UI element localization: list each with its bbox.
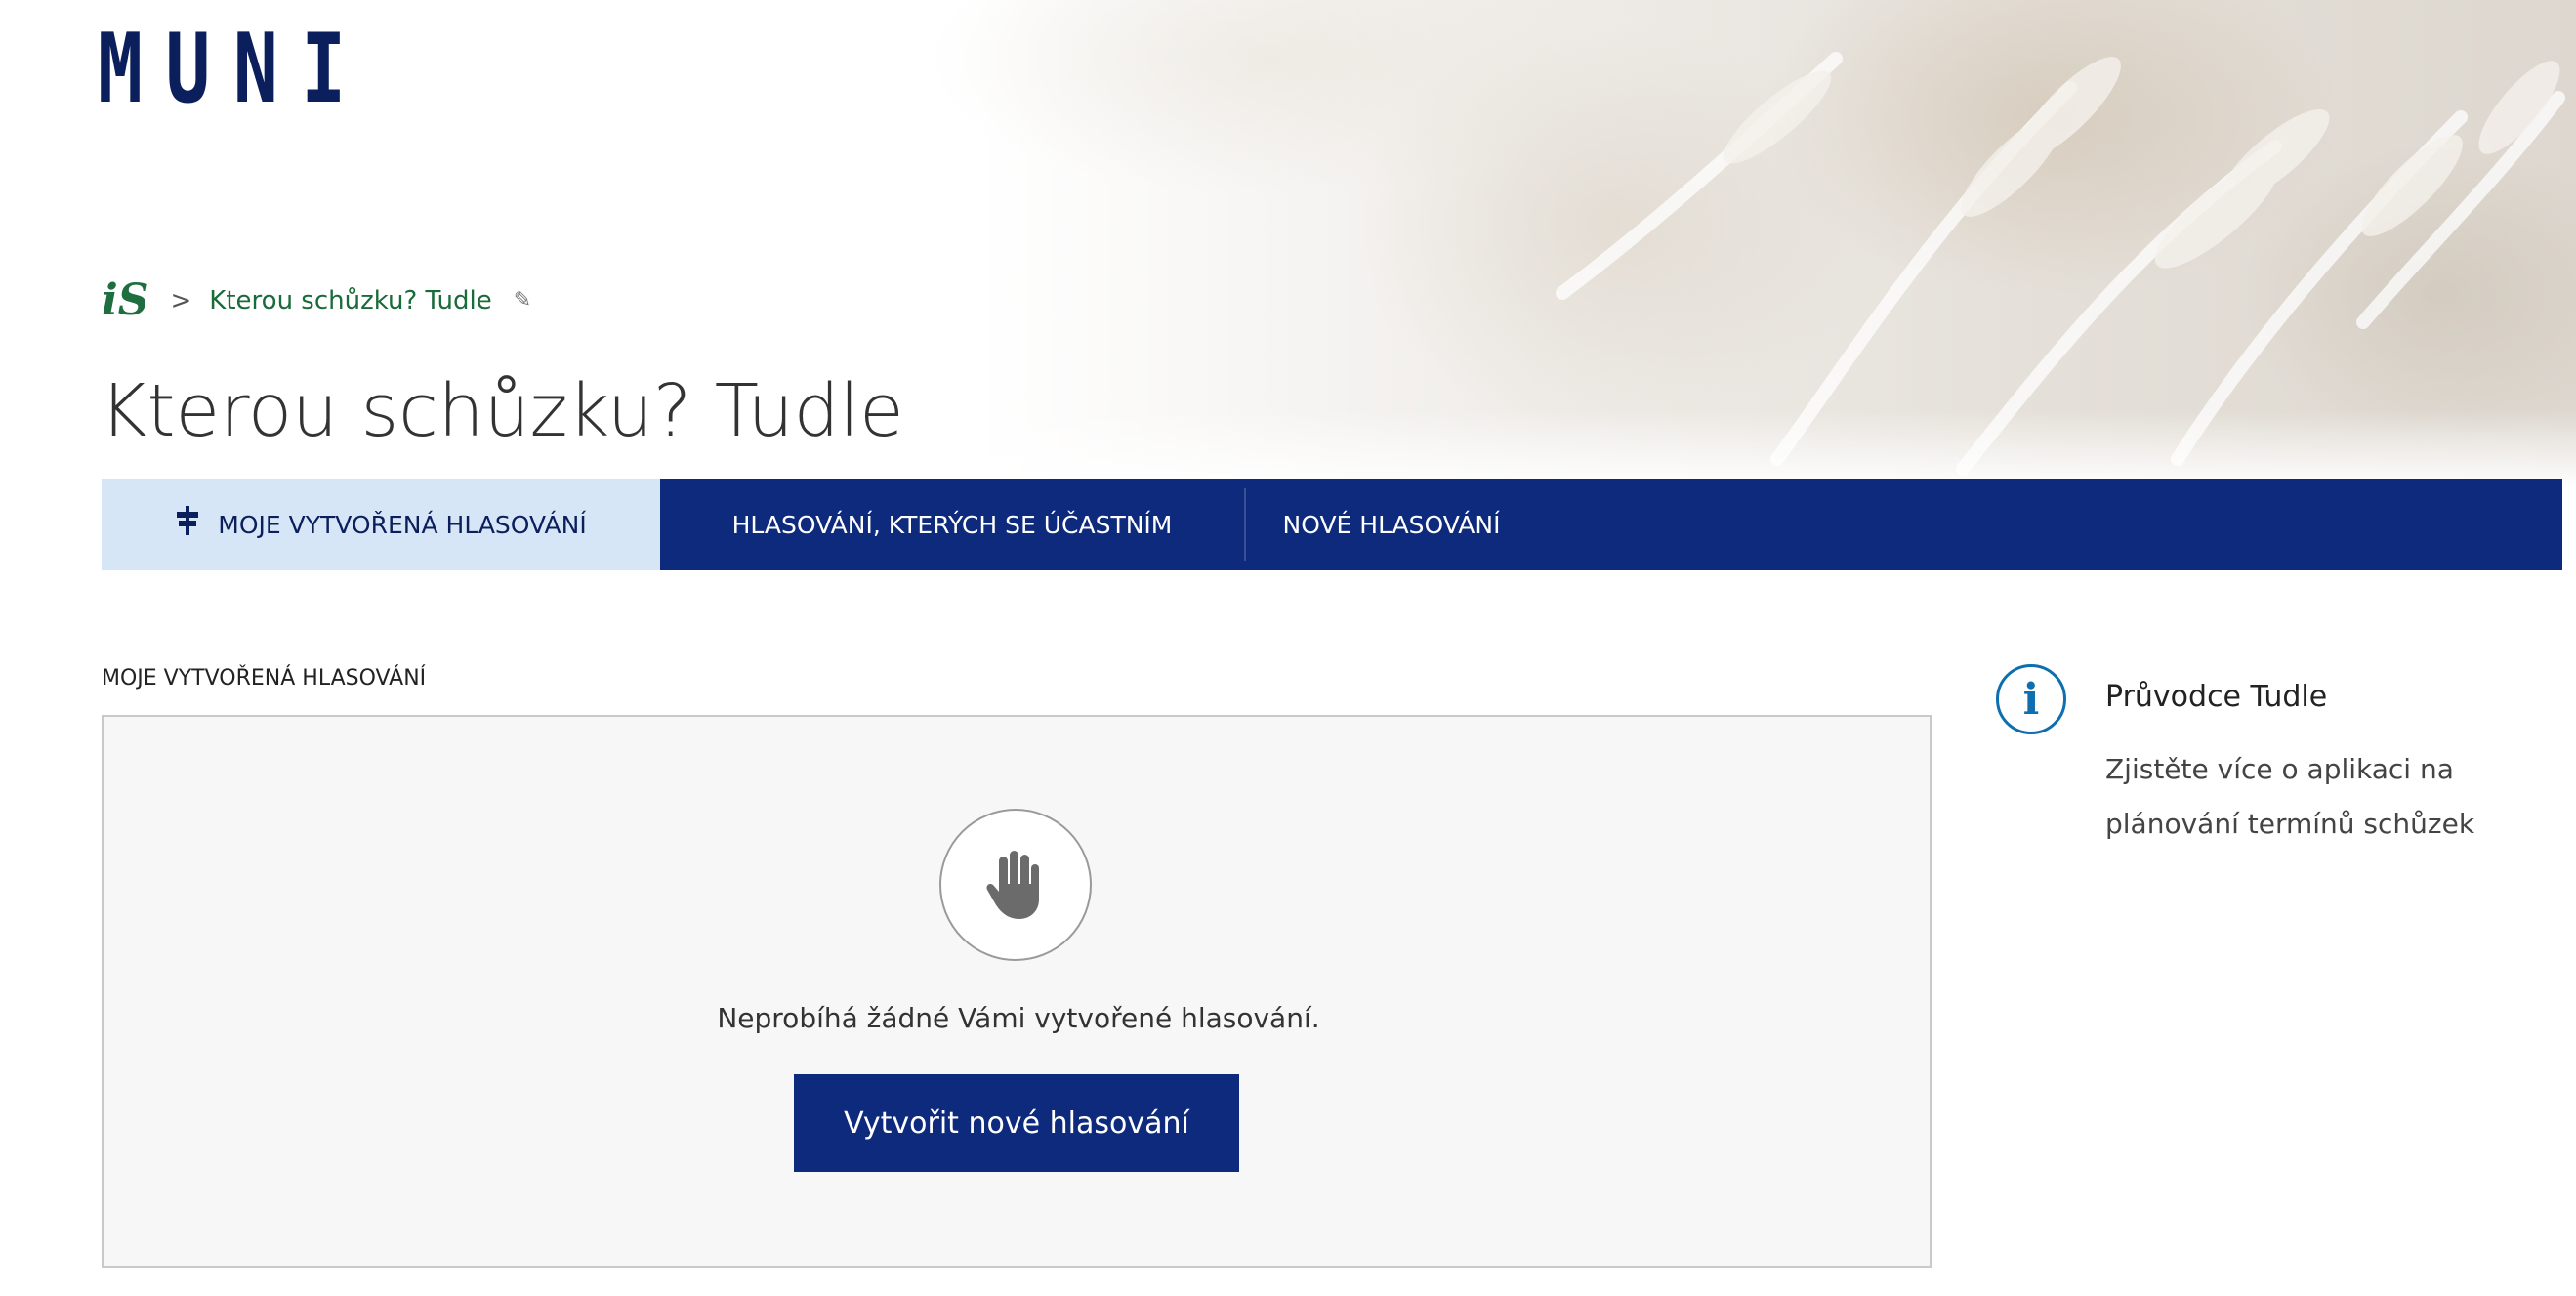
tab-participating-polls-label: HLASOVÁNÍ, KTERÝCH SE ÚČASTNÍM bbox=[731, 510, 1173, 539]
empty-state-message: Neprobíhá žádné Vámi vytvořené hlasování… bbox=[717, 1002, 1320, 1034]
breadcrumb-current[interactable]: Kterou schůzku? Tudle bbox=[209, 286, 491, 315]
guide-description: Zjistěte více o aplikaci na plánování te… bbox=[2105, 753, 2475, 840]
breadcrumb-separator: > bbox=[170, 285, 192, 315]
is-home-logo[interactable]: iS bbox=[102, 275, 149, 325]
pin-icon[interactable]: ✎ bbox=[514, 288, 531, 313]
signpost-icon bbox=[175, 506, 200, 543]
empty-state-panel: Neprobíhá žádné Vámi vytvořené hlasování… bbox=[102, 715, 1932, 1268]
section-heading: MOJE VYTVOŘENÁ HLASOVÁNÍ bbox=[102, 666, 427, 690]
guide-title-link[interactable]: Průvodce Tudle bbox=[2105, 680, 2327, 714]
page-title: Kterou schůzku? Tudle bbox=[100, 369, 904, 453]
tab-new-poll[interactable]: NOVÉ HLASOVÁNÍ bbox=[1244, 488, 1537, 561]
tab-my-polls-label: MOJE VYTVOŘENÁ HLASOVÁNÍ bbox=[218, 510, 587, 539]
page: MUNI iS > Kterou schůzku? Tudle ✎ Kterou… bbox=[0, 0, 2576, 1296]
tab-participating-polls[interactable]: HLASOVÁNÍ, KTERÝCH SE ÚČASTNÍM bbox=[660, 479, 1244, 570]
breadcrumb: iS > Kterou schůzku? Tudle ✎ bbox=[102, 275, 531, 325]
tab-new-poll-label: NOVÉ HLASOVÁNÍ bbox=[1282, 510, 1501, 539]
muni-logo[interactable]: MUNI bbox=[98, 21, 369, 117]
tab-bar: MOJE VYTVOŘENÁ HLASOVÁNÍ HLASOVÁNÍ, KTER… bbox=[102, 479, 2562, 570]
create-new-poll-button[interactable]: Vytvořit nové hlasování bbox=[794, 1074, 1239, 1172]
stop-hand-icon bbox=[939, 809, 1092, 961]
tab-my-polls[interactable]: MOJE VYTVOŘENÁ HLASOVÁNÍ bbox=[102, 479, 660, 570]
info-icon: i bbox=[1996, 664, 2066, 734]
